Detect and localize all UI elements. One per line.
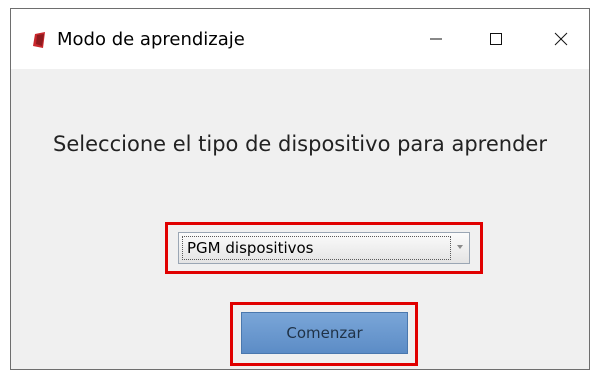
window-title: Modo de aprendizaje <box>57 29 245 50</box>
minimize-button[interactable] <box>406 9 466 69</box>
minimize-icon <box>430 38 442 40</box>
close-button[interactable] <box>531 9 591 69</box>
title-bar[interactable]: Modo de aprendizaje <box>11 9 589 69</box>
chevron-down-icon <box>457 245 463 249</box>
maximize-icon <box>490 33 502 45</box>
close-icon <box>554 32 568 46</box>
window-content: Seleccione el tipo de dispositivo para a… <box>11 69 589 369</box>
page-prompt: Seleccione el tipo de dispositivo para a… <box>53 132 547 156</box>
start-button[interactable]: Comenzar <box>241 312 408 354</box>
device-type-select[interactable]: PGM dispositivos <box>178 232 470 264</box>
maximize-button[interactable] <box>466 9 526 69</box>
app-icon <box>33 32 45 48</box>
window: Modo de aprendizaje Seleccione el tipo d… <box>10 8 590 370</box>
device-type-selected: PGM dispositivos <box>187 239 314 257</box>
